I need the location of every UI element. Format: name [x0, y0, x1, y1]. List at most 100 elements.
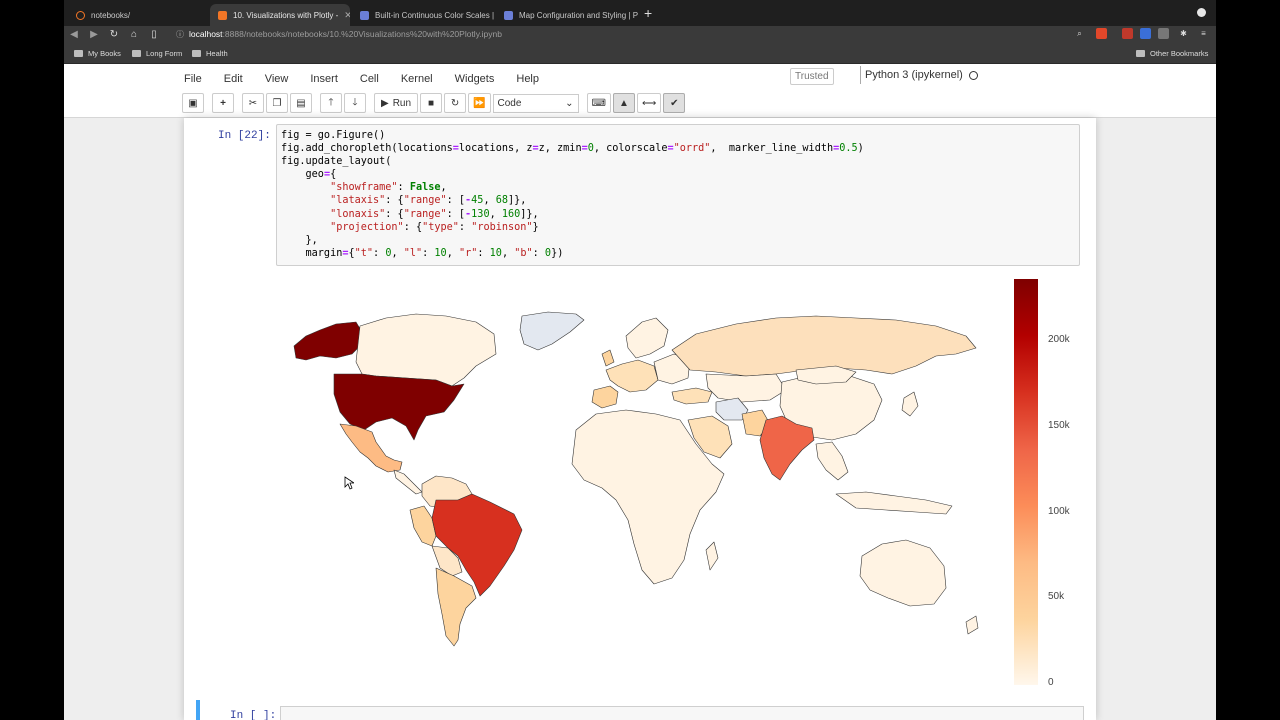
browser-menu-icon[interactable]: ≡	[1198, 28, 1209, 39]
extensions-puzzle-icon[interactable]: ✱	[1178, 28, 1189, 39]
region-alaska	[293, 321, 363, 361]
warning-button[interactable]: ▲	[612, 93, 635, 113]
move-down-button[interactable]: 🡓	[344, 93, 366, 113]
site-info-icon[interactable]: ⓘ	[176, 29, 184, 40]
colorbar	[1014, 279, 1038, 685]
fast-forward-icon: ⏩	[473, 97, 486, 109]
code-editor[interactable]: fig = go.Figure() fig.add_choropleth(loc…	[276, 124, 1080, 266]
region-argentina	[435, 567, 477, 647]
colorbar-tick: 150k	[1048, 420, 1070, 431]
menu-kernel[interactable]: Kernel	[401, 73, 433, 85]
scissors-icon: ✂	[248, 97, 258, 109]
run-label: Run	[392, 97, 412, 109]
home-icon[interactable]: ⌂	[124, 29, 144, 40]
region-new-zealand	[965, 615, 979, 635]
tab-visualizations[interactable]: 10. Visualizations with Plotly - ✕	[210, 4, 350, 26]
menu-view[interactable]: View	[265, 73, 289, 85]
run-button[interactable]: ▶ Run	[374, 93, 419, 113]
region-japan	[901, 391, 919, 417]
region-spain	[591, 385, 619, 409]
jupyter-toolbar: ▣ + ✂ ❐ ▤ 🡑 🡓 ▶ Run ■ ↻ ⏩ Code ⌄ ⌨ ▲ ⟷ ✔	[182, 92, 687, 114]
folder-icon	[74, 50, 83, 57]
extension-icon[interactable]	[1158, 28, 1169, 39]
plotly-icon	[504, 10, 513, 20]
save-button[interactable]: ▣	[182, 93, 204, 113]
region-peru	[409, 505, 437, 547]
folder-icon	[192, 50, 201, 57]
region-southeast-asia	[815, 441, 849, 481]
move-up-button[interactable]: 🡑	[320, 93, 342, 113]
url-bar[interactable]: ⓘ localhost:8888/notebooks/notebooks/10.…	[176, 27, 936, 41]
arrow-down-icon: 🡓	[352, 96, 358, 108]
tab-title: Map Configuration and Styling | Pyt	[519, 10, 638, 20]
interrupt-button[interactable]: ■	[420, 93, 443, 113]
tab-notebooks[interactable]: notebooks/	[68, 4, 208, 26]
menu-help[interactable]: Help	[516, 73, 539, 85]
region-turkey	[671, 387, 713, 405]
menu-file[interactable]: File	[184, 73, 202, 85]
world-map[interactable]	[276, 274, 996, 694]
restart-button[interactable]: ↻	[444, 93, 467, 113]
check-icon: ✔	[670, 97, 679, 109]
cut-button[interactable]: ✂	[242, 93, 264, 113]
paste-button[interactable]: ▤	[290, 93, 312, 113]
bookmark-label: Health	[206, 49, 228, 58]
stop-icon: ■	[428, 97, 435, 109]
bookmark-my-books[interactable]: My Books	[74, 49, 121, 58]
colorbar-tick: 0	[1048, 677, 1054, 688]
kernel-name: Python 3 (ipykernel)	[865, 69, 963, 81]
choropleth-figure[interactable]: 200k 150k 100k 50k 0	[276, 274, 1096, 694]
bookmark-label: Other Bookmarks	[1150, 49, 1209, 58]
menu-cell[interactable]: Cell	[360, 73, 379, 85]
jupyter-icon	[76, 10, 85, 20]
extension-icon[interactable]	[1140, 28, 1151, 39]
reload-icon[interactable]: ↻	[104, 29, 124, 40]
next-code-cell[interactable]: In [ ]:	[196, 700, 1084, 720]
check-button[interactable]: ✔	[663, 93, 686, 113]
new-tab-button[interactable]: +	[644, 6, 652, 20]
region-greenland	[519, 311, 585, 351]
back-icon[interactable]: ◀	[64, 29, 84, 40]
copy-icon: ❐	[272, 97, 282, 109]
mouse-cursor-icon	[344, 476, 354, 490]
notebook-container: In [22]: fig = go.Figure() fig.add_choro…	[184, 118, 1096, 720]
tab-menu-button[interactable]	[1197, 8, 1206, 17]
cell-type-select[interactable]: Code ⌄	[492, 93, 579, 113]
tab-title: notebooks/	[91, 10, 131, 20]
bookmark-label: My Books	[88, 49, 121, 58]
region-madagascar	[705, 541, 719, 571]
bookmark-long-form[interactable]: Long Form	[132, 49, 182, 58]
tab-map-config[interactable]: Map Configuration and Styling | Pyt	[496, 4, 638, 26]
input-prompt: In [ ]:	[230, 710, 277, 720]
input-prompt: In [22]:	[218, 130, 271, 142]
kernel-indicator: Python 3 (ipykernel)	[860, 66, 978, 84]
plus-icon: +	[220, 97, 226, 109]
close-icon[interactable]: ✕	[344, 10, 350, 21]
bookmark-label: Long Form	[146, 49, 183, 58]
bookmarks-bar: My Books Long Form Health Other Bookmark…	[64, 42, 1216, 64]
horizontal-arrows-icon: ⟷	[641, 97, 657, 109]
other-bookmarks[interactable]: Other Bookmarks	[1136, 49, 1208, 58]
insert-cell-button[interactable]: +	[212, 93, 234, 113]
url-host: localhost	[189, 29, 223, 39]
brave-shield-icon[interactable]	[1096, 28, 1107, 39]
tab-strip: notebooks/ 10. Visualizations with Plotl…	[64, 0, 1216, 26]
forward-icon[interactable]: ▶	[84, 29, 104, 40]
resize-button[interactable]: ⟷	[636, 93, 662, 113]
zoom-icon[interactable]: ⌕	[1074, 28, 1085, 39]
region-central-america	[393, 469, 423, 495]
bookmark-icon[interactable]: ▯	[144, 29, 164, 40]
region-canada	[355, 313, 497, 387]
menu-edit[interactable]: Edit	[224, 73, 243, 85]
extension-icon[interactable]	[1122, 28, 1133, 39]
code-editor[interactable]	[280, 706, 1084, 720]
menu-widgets[interactable]: Widgets	[455, 73, 495, 85]
trusted-badge[interactable]: Trusted	[790, 68, 834, 85]
bookmark-health[interactable]: Health	[192, 49, 228, 58]
tab-color-scales[interactable]: Built-in Continuous Color Scales | P	[352, 4, 494, 26]
restart-run-all-button[interactable]: ⏩	[468, 93, 491, 113]
copy-button[interactable]: ❐	[266, 93, 288, 113]
region-mexico	[339, 423, 403, 473]
menu-insert[interactable]: Insert	[310, 73, 338, 85]
command-palette-button[interactable]: ⌨	[586, 93, 611, 113]
